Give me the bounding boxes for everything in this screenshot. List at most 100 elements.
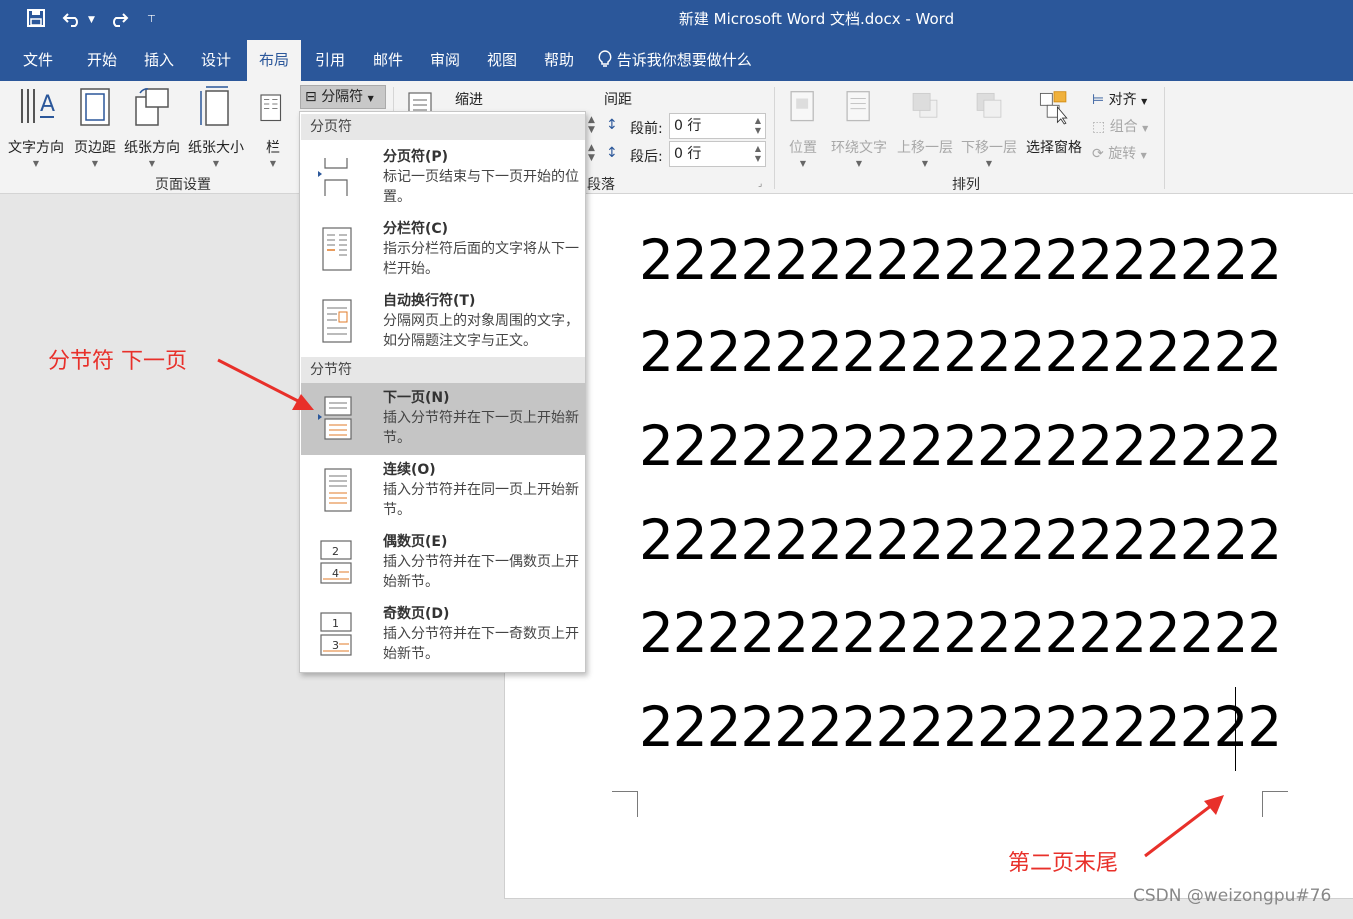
spacing-label: 间距: [604, 92, 632, 108]
chevron-down-icon: ▼: [1140, 151, 1147, 160]
paragraph-group-label: 段落: [587, 177, 615, 193]
annotation-arrow-left: [217, 358, 301, 404]
indent-label: 缩进: [455, 92, 483, 108]
menu-item-column-break[interactable]: 分栏符(C) 指示分栏符后面的文字将从下一栏开始。: [301, 214, 585, 286]
space-after-field[interactable]: 0 行 ▲ ▼: [669, 141, 766, 167]
space-after-label: 段后:: [630, 149, 663, 165]
tab-file[interactable]: 文件: [10, 40, 66, 81]
menu-item-page-break[interactable]: 分页符(P) 标记一页结束与下一页开始的位置。: [301, 142, 585, 214]
text-cursor: [1235, 687, 1236, 771]
bring-forward-button[interactable]: 上移一层 ▼: [894, 85, 956, 168]
columns-icon: [260, 94, 282, 122]
margins-button[interactable]: 页边距 ▼: [70, 85, 120, 168]
chevron-down-icon: ▼: [91, 159, 99, 168]
svg-text:A: A: [40, 92, 55, 117]
next-page-icon: [318, 396, 352, 440]
column-break-icon: [322, 227, 352, 271]
tab-mailings[interactable]: 邮件: [360, 40, 416, 81]
orientation-icon: [135, 88, 169, 126]
document-line[interactable]: 2222222222222222222: [639, 230, 1282, 290]
breaks-button[interactable]: ⊟ 分隔符 ▼: [300, 85, 386, 109]
wrap-text-button[interactable]: 环绕文字 ▼: [828, 85, 890, 168]
align-icon: ⊨: [1092, 92, 1105, 108]
align-button[interactable]: ⊨ 对齐 ▼: [1092, 89, 1147, 109]
size-button[interactable]: 纸张大小 ▼: [186, 85, 246, 168]
tab-layout[interactable]: 布局: [247, 40, 301, 81]
space-after-icon: ↕: [606, 145, 618, 161]
tab-view[interactable]: 视图: [474, 40, 530, 81]
chevron-down-icon: ▼: [921, 159, 929, 168]
spinner-arrows[interactable]: ▲ ▼: [755, 116, 761, 136]
page-corner-mark: [612, 791, 638, 817]
document-line[interactable]: 2222222222222222222: [639, 603, 1282, 663]
arrange-group-label: 排列: [952, 177, 980, 193]
page-setup-group-label: 页面设置: [155, 177, 211, 193]
position-icon: [790, 91, 814, 122]
page-break-icon: [318, 158, 348, 196]
chevron-down-icon: ▼: [855, 159, 863, 168]
lightbulb-icon: [598, 50, 617, 69]
group-button[interactable]: ⬚ 组合 ▼: [1092, 116, 1148, 136]
annotation-end-of-second-page: 第二页末尾: [1008, 851, 1119, 876]
text-direction-icon: A: [21, 89, 55, 123]
menu-item-text-wrapping-break[interactable]: 自动换行符(T) 分隔网页上的对象周围的文字，如分隔题注文字与正文。: [301, 286, 585, 358]
spinner-arrows[interactable]: ▲ ▼: [755, 144, 761, 164]
tab-help[interactable]: 帮助: [531, 40, 587, 81]
chevron-down-icon: ▼: [32, 159, 40, 168]
page-size-icon: [200, 86, 229, 126]
chevron-down-icon: ▼: [1142, 124, 1149, 133]
indent-left-spinner-arrows[interactable]: ▲ ▼: [588, 115, 595, 135]
breaks-icon: ⊟: [305, 89, 317, 105]
svg-text:2: 2: [332, 545, 339, 558]
chevron-down-icon: ▼: [799, 159, 807, 168]
continuous-icon: [324, 468, 352, 512]
tab-home[interactable]: 开始: [74, 40, 130, 81]
page-breaks-header: 分页符: [301, 114, 585, 140]
group-divider: [1164, 87, 1165, 189]
group-divider: [774, 87, 775, 189]
title-bar: ▼ ⊤ 新建 Microsoft Word 文档.docx - Word: [0, 0, 1353, 40]
document-line[interactable]: 2222222222222222222: [639, 416, 1282, 476]
rotate-button[interactable]: ⟳ 旋转 ▼: [1092, 143, 1147, 163]
section-breaks-header: 分节符: [301, 357, 585, 383]
tab-review[interactable]: 审阅: [417, 40, 473, 81]
space-before-icon: ↕: [606, 117, 618, 133]
menu-item-even-page[interactable]: 24 偶数页(E) 插入分节符并在下一偶数页上开始新节。: [301, 527, 585, 599]
tell-me-search[interactable]: 告诉我你想要做什么: [598, 40, 768, 81]
dialog-launcher-icon[interactable]: ⌟: [758, 179, 762, 189]
svg-text:1: 1: [332, 617, 339, 630]
send-backward-icon: [976, 92, 1002, 118]
tab-references[interactable]: 引用: [302, 40, 358, 81]
document-line[interactable]: 2222222222222222222: [639, 697, 1282, 757]
document-line[interactable]: 2222222222222222222: [639, 510, 1282, 570]
ribbon-tabs: 文件 开始 插入 设计 布局 引用 邮件 审阅 视图 帮助 告诉我你想要做什么: [0, 40, 1353, 81]
space-before-field[interactable]: 0 行 ▲ ▼: [669, 113, 766, 139]
svg-text:4: 4: [332, 567, 339, 580]
ribbon: A 文字方向 ▼ 页边距 ▼ 纸张方向 ▼ 纸张大小 ▼ 栏 ▼ ⊟ 分隔符 ▼…: [0, 81, 1353, 194]
menu-item-odd-page[interactable]: 13 奇数页(D) 插入分节符并在下一奇数页上开始新节。: [301, 599, 585, 671]
menu-item-next-page[interactable]: 下一页(N) 插入分节符并在下一页上开始新节。: [301, 383, 585, 455]
columns-button[interactable]: 栏 ▼: [256, 85, 290, 168]
send-backward-button[interactable]: 下移一层 ▼: [958, 85, 1020, 168]
position-button[interactable]: 位置 ▼: [784, 85, 822, 168]
text-direction-button[interactable]: A 文字方向 ▼: [6, 85, 66, 168]
menu-item-continuous[interactable]: 连续(O) 插入分节符并在同一页上开始新节。: [301, 455, 585, 527]
orientation-button[interactable]: 纸张方向 ▼: [122, 85, 182, 168]
chevron-down-icon: ▼: [1141, 97, 1148, 106]
breaks-menu: 分页符 分页符(P) 标记一页结束与下一页开始的位置。 分栏符(C) 指示分栏符…: [299, 111, 586, 673]
even-page-icon: 24: [320, 540, 352, 584]
tab-insert[interactable]: 插入: [131, 40, 187, 81]
tell-me-text: 告诉我你想要做什么: [616, 51, 752, 69]
page-corner-mark: [1262, 791, 1288, 817]
chevron-down-icon: ▼: [269, 159, 277, 168]
annotation-section-break-next-page: 分节符 下一页: [48, 349, 187, 374]
chevron-down-icon: ▼: [212, 159, 220, 168]
wrap-text-icon: [846, 91, 870, 122]
chevron-down-icon: ▼: [367, 94, 374, 103]
indent-right-spinner-arrows[interactable]: ▲ ▼: [588, 143, 595, 163]
document-line[interactable]: 2222222222222222222: [639, 322, 1282, 382]
selection-pane-button[interactable]: 选择窗格: [1023, 85, 1085, 157]
chevron-down-icon: ▼: [148, 159, 156, 168]
tab-design[interactable]: 设计: [188, 40, 244, 81]
margins-icon: [80, 88, 110, 126]
